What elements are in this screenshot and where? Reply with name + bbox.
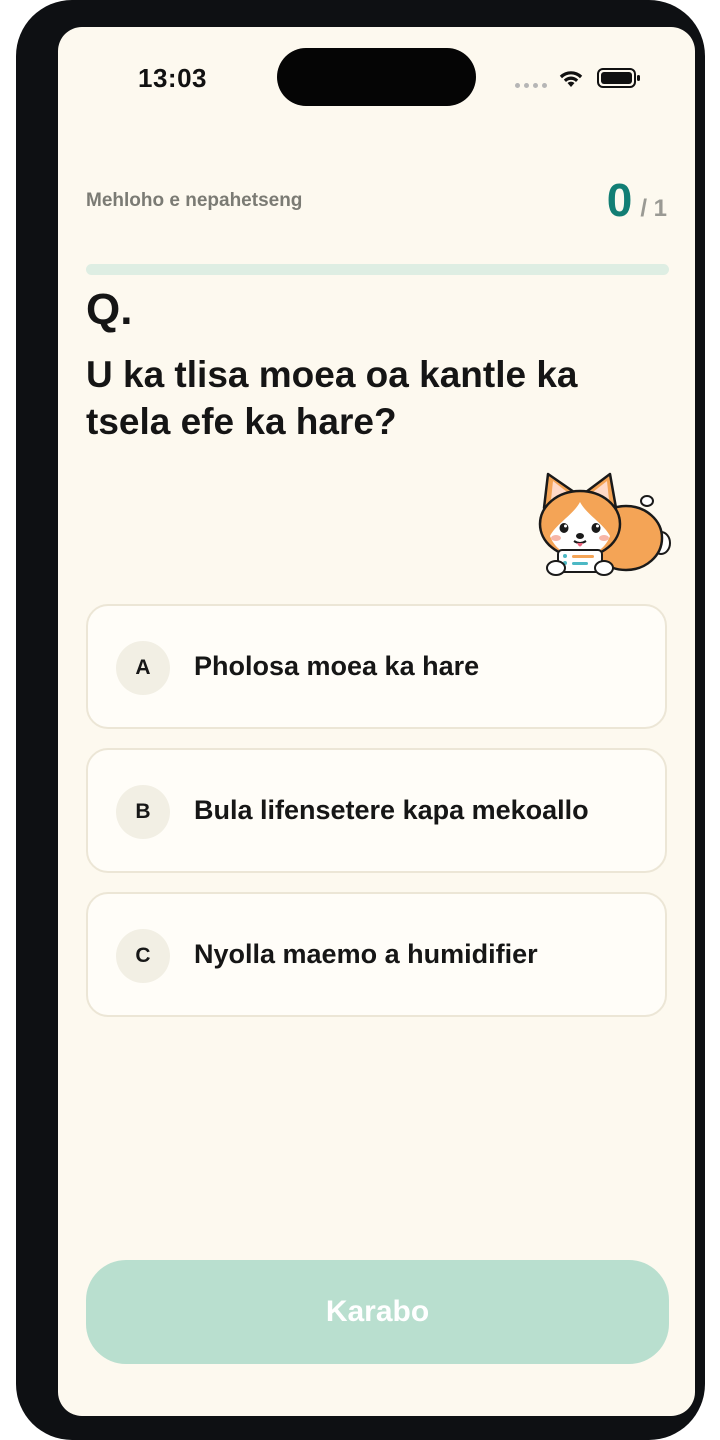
question-text: U ka tlisa moea oa kantle ka tsela efe k… bbox=[86, 354, 578, 442]
score-counter: 0 / 1 bbox=[607, 177, 667, 223]
submit-answer-button[interactable]: Karabo bbox=[86, 1260, 669, 1364]
question-marker: Q. bbox=[86, 285, 133, 334]
progress-bar bbox=[86, 264, 669, 275]
option-a[interactable]: A Pholosa moea ka hare bbox=[86, 604, 667, 729]
wifi-icon bbox=[559, 71, 583, 87]
option-c[interactable]: C Nyolla maemo a humidifier bbox=[86, 892, 667, 1017]
option-text: Nyolla maemo a humidifier bbox=[194, 939, 538, 969]
option-text: Bula lifensetere kapa mekoallo bbox=[194, 795, 589, 825]
option-letter: C bbox=[116, 929, 170, 983]
battery-icon bbox=[597, 68, 640, 88]
corgi-mascot-icon bbox=[538, 472, 671, 576]
option-text: Pholosa moea ka hare bbox=[194, 651, 480, 681]
signal-dots-icon bbox=[515, 81, 547, 89]
dynamic-island bbox=[277, 48, 476, 106]
option-letter: B bbox=[116, 785, 170, 839]
phone-frame: 13:03 Mehloho e nepahetseng 0 / 1 Q. U k… bbox=[16, 0, 705, 1440]
option-letter: A bbox=[116, 641, 170, 695]
option-b[interactable]: B Bula lifensetere kapa mekoallo bbox=[86, 748, 667, 873]
score-total: / 1 bbox=[640, 195, 667, 222]
score-current: 0 bbox=[606, 174, 633, 226]
status-time: 13:03 bbox=[138, 63, 207, 93]
quiz-label: Mehloho e nepahetseng bbox=[86, 190, 303, 211]
app-screen: 13:03 Mehloho e nepahetseng 0 / 1 Q. U k… bbox=[58, 27, 695, 1416]
